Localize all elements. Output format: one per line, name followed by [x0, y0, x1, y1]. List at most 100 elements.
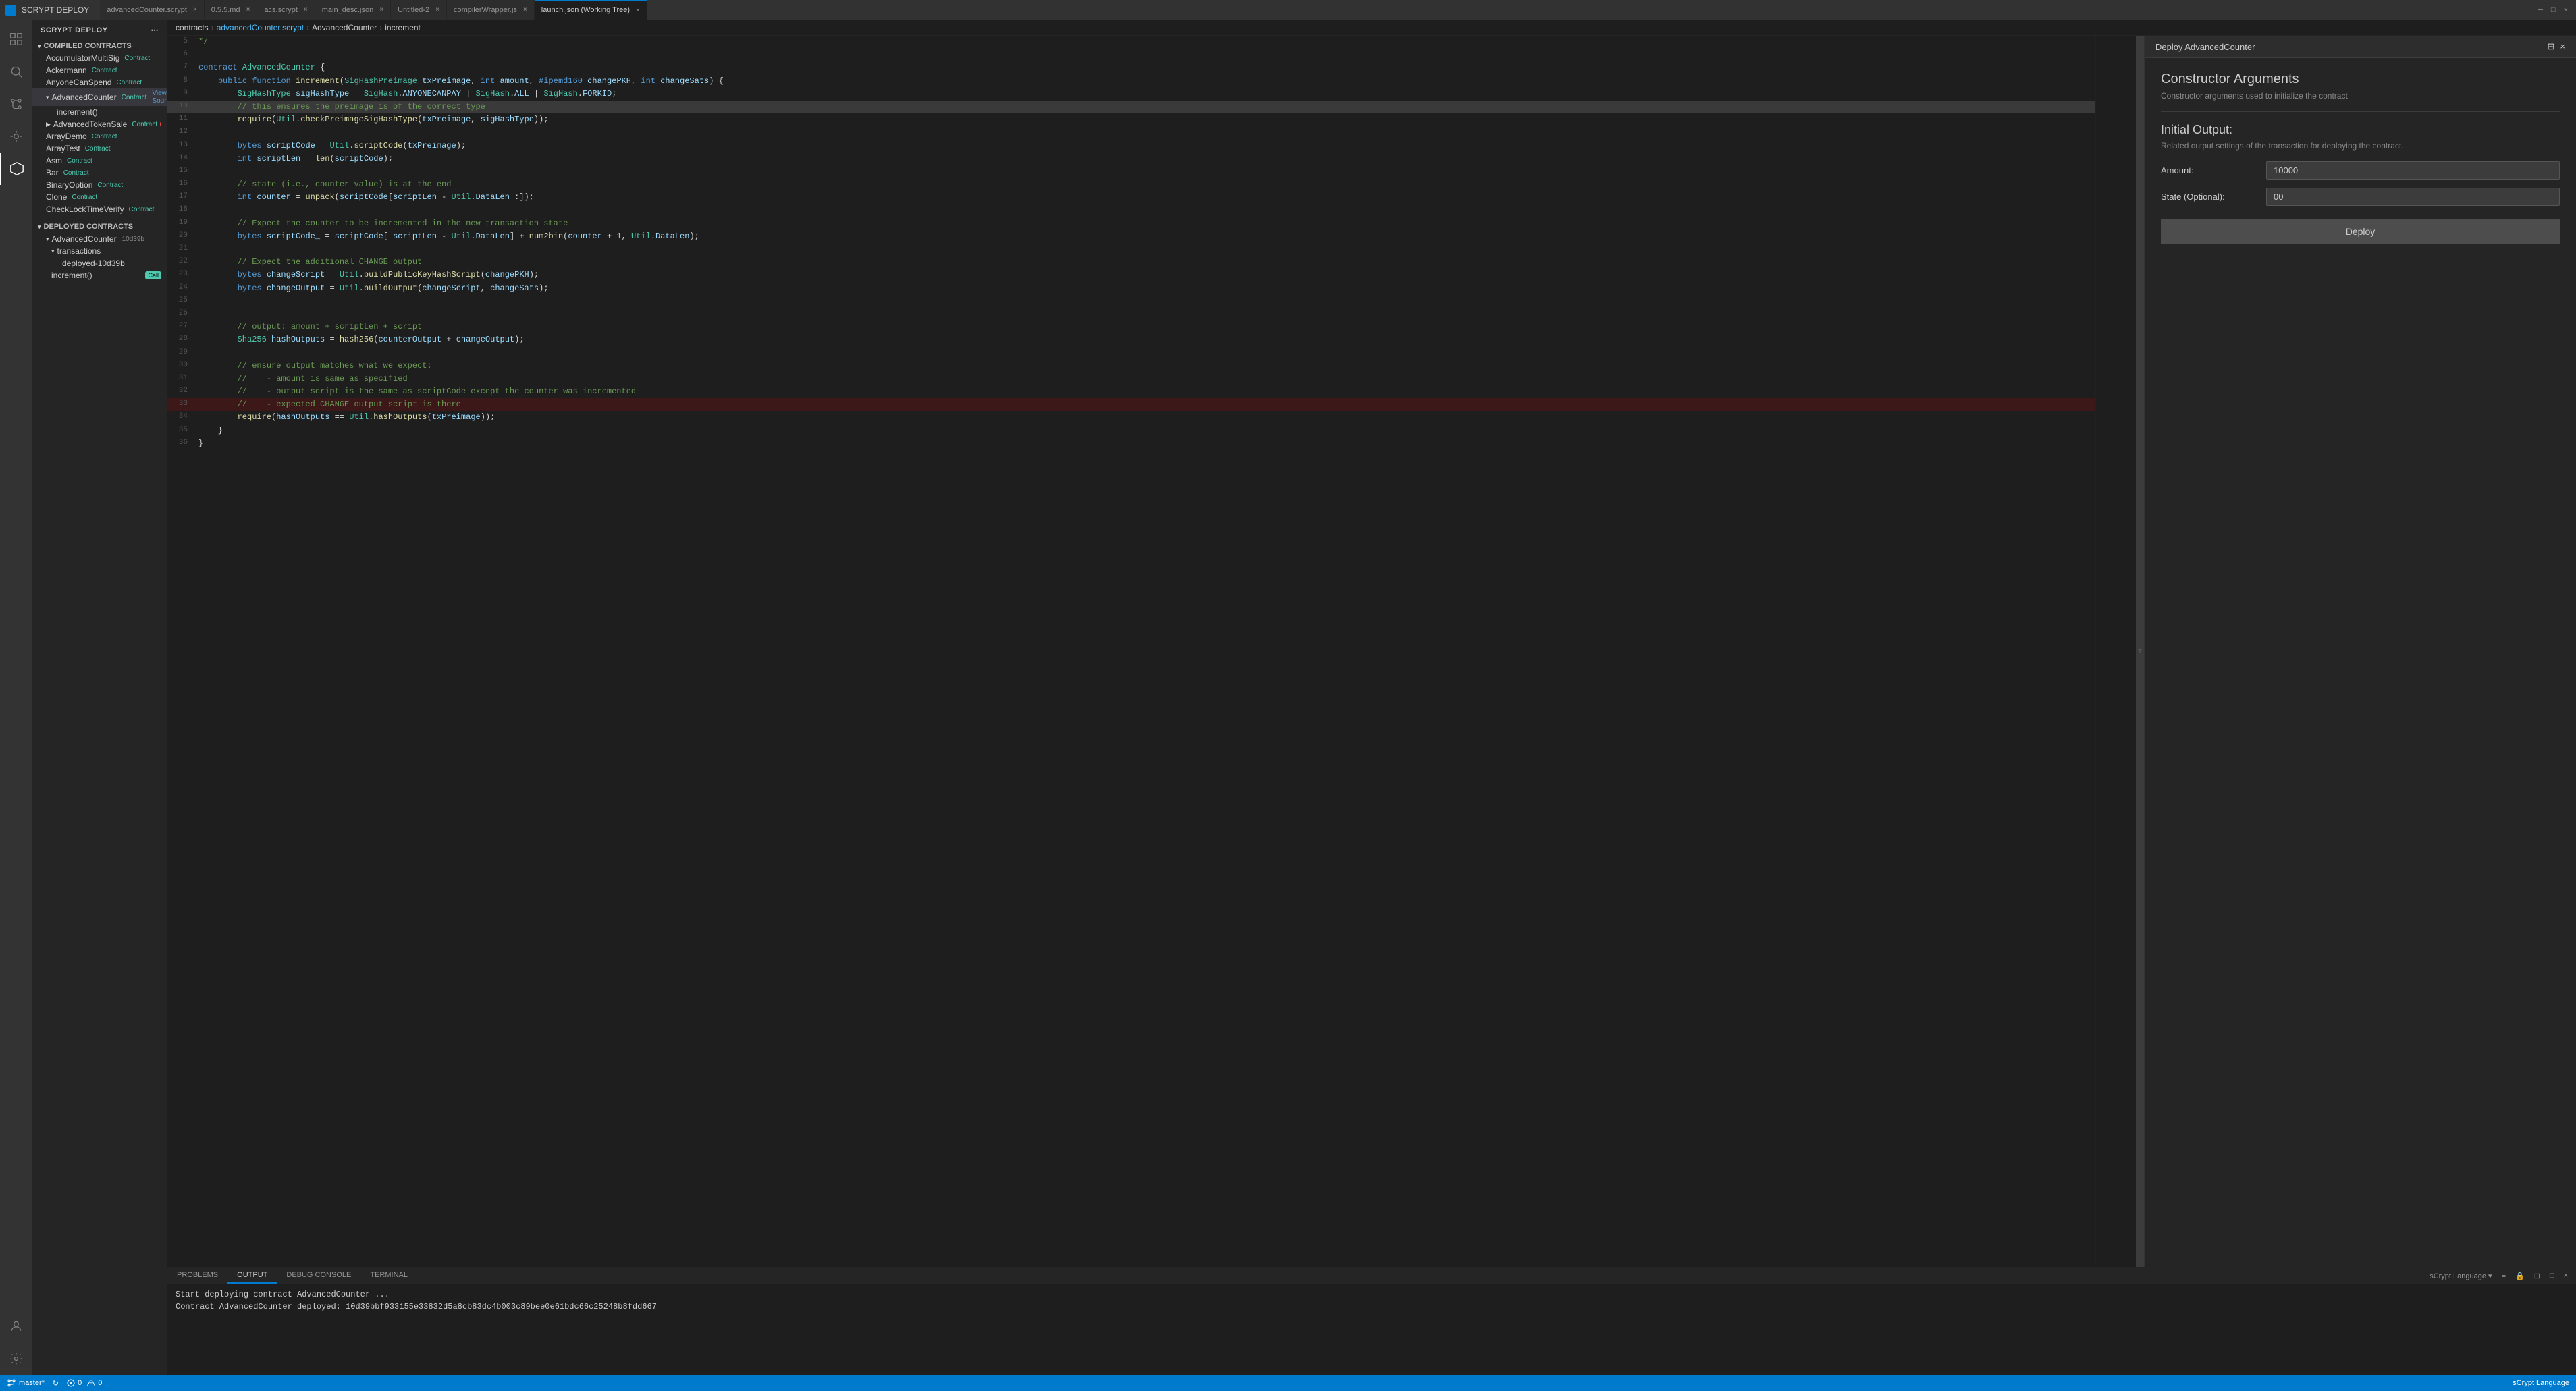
- sidebar-item-asm[interactable]: Asm Contract: [32, 155, 167, 167]
- compiled-contracts-section[interactable]: ▾ COMPILED CONTRACTS: [32, 40, 167, 52]
- state-label: State (Optional):: [2161, 192, 2255, 202]
- tab-output[interactable]: OUTPUT: [227, 1267, 277, 1284]
- activity-search[interactable]: [0, 55, 32, 88]
- status-sync[interactable]: ↻: [53, 1379, 59, 1388]
- activity-scrypt[interactable]: [0, 153, 32, 185]
- sidebar-item-anyonecanspend[interactable]: AnyoneCanSpend Contract: [32, 76, 167, 88]
- state-input[interactable]: [2266, 188, 2560, 206]
- sidebar-item-transactions[interactable]: ▾ transactions: [32, 245, 167, 257]
- output-lock-icon[interactable]: 🔒: [2513, 1270, 2527, 1282]
- initial-output-subtitle: Related output settings of the transacti…: [2161, 141, 2560, 151]
- code-line: 35 }: [167, 425, 2095, 437]
- tab-main-desc-json[interactable]: main_desc.json×: [315, 0, 391, 20]
- code-line: 9 SigHashType sigHashType = SigHash.ANYO…: [167, 88, 2095, 101]
- sidebar-item-ackermann[interactable]: Ackermann Contract: [32, 64, 167, 76]
- title-bar: SCRYPT DEPLOY advancedCounter.scrypt×0.5…: [0, 0, 2576, 20]
- deployed-section-label: DEPLOYED CONTRACTS: [44, 223, 134, 231]
- call-badge[interactable]: Call: [145, 271, 161, 279]
- sidebar-item-accumulator[interactable]: AccumulatorMultiSig Contract: [32, 52, 167, 64]
- activity-explorer[interactable]: [0, 23, 32, 55]
- deploy-button[interactable]: Deploy: [2161, 219, 2560, 244]
- status-errors[interactable]: 0 0: [67, 1379, 102, 1387]
- initial-output-title: Initial Output:: [2161, 123, 2560, 137]
- status-language[interactable]: sCrypt Language: [2513, 1379, 2569, 1387]
- tab-close-icon[interactable]: ×: [379, 6, 383, 13]
- sidebar-item-deployed-advancedcounter[interactable]: ▾ AdvancedCounter 10d39b: [32, 233, 167, 245]
- output-language-selector[interactable]: sCrypt Language ▾: [2427, 1270, 2494, 1282]
- sidebar-item-advancedcounter[interactable]: ▾ AdvancedCounter Contract View Source: [32, 88, 167, 106]
- code-line: 20 bytes scriptCode_ = scriptCode[ scrip…: [167, 230, 2095, 243]
- output-close-icon[interactable]: ×: [2561, 1270, 2571, 1281]
- output-expand-icon[interactable]: □: [2547, 1270, 2557, 1281]
- bottom-tab-actions: sCrypt Language ▾ ≡ 🔒 ⊟ □ ×: [2427, 1267, 2576, 1284]
- tab-compilerwrapper-js[interactable]: compilerWrapper.js×: [447, 0, 535, 20]
- sidebar-item-checklocktime[interactable]: CheckLockTimeVerify Contract: [32, 203, 167, 215]
- code-line: 32 // - output script is the same as scr…: [167, 385, 2095, 398]
- code-line: 18: [167, 204, 2095, 217]
- tab-untitled-2[interactable]: Untitled-2×: [391, 0, 447, 20]
- window-close[interactable]: ×: [2561, 5, 2571, 16]
- sidebar-item-arraydemo[interactable]: ArrayDemo Contract: [32, 130, 167, 142]
- deployed-expand-icon: ▾: [38, 223, 41, 231]
- amount-input[interactable]: [2266, 161, 2560, 180]
- code-line: 24 bytes changeOutput = Util.buildOutput…: [167, 282, 2095, 295]
- code-line: 15: [167, 165, 2095, 178]
- sidebar-item-advancedtokensale[interactable]: ▶ AdvancedTokenSale Contract: [32, 118, 167, 130]
- tab-terminal[interactable]: TERMINAL: [360, 1267, 417, 1284]
- window-minimize[interactable]: ─: [2535, 5, 2546, 16]
- tab-close-icon[interactable]: ×: [523, 6, 527, 13]
- sidebar-item-deployed-increment[interactable]: increment() Call: [32, 269, 167, 281]
- sidebar-item-clone[interactable]: Clone Contract: [32, 191, 167, 203]
- code-line: 36 }: [167, 437, 2095, 450]
- compiled-section-label: COMPILED CONTRACTS: [44, 42, 132, 50]
- code-line: 11 require(Util.checkPreimageSigHashType…: [167, 113, 2095, 126]
- status-branch[interactable]: master*: [7, 1378, 45, 1388]
- tab-close-icon[interactable]: ×: [193, 6, 197, 13]
- code-line: 28 Sha256 hashOutputs = hash256(counterO…: [167, 333, 2095, 346]
- panel-split-icon[interactable]: ⊟: [2548, 41, 2555, 52]
- deployed-contracts-section[interactable]: ▾ DEPLOYED CONTRACTS: [32, 221, 167, 233]
- code-line: 30 // ensure output matches what we expe…: [167, 360, 2095, 373]
- output-collapse-icon[interactable]: ⊟: [2531, 1270, 2543, 1282]
- code-line: 27 // output: amount + scriptLen + scrip…: [167, 321, 2095, 333]
- branch-name: master*: [19, 1379, 45, 1387]
- sidebar-item-arraytest[interactable]: ArrayTest Contract: [32, 142, 167, 155]
- window-maximize[interactable]: □: [2548, 5, 2558, 16]
- deploy-panel-header: Deploy AdvancedCounter ⊟ ×: [2145, 36, 2576, 58]
- code-line: 19 // Expect the counter to be increment…: [167, 217, 2095, 230]
- tab-close-icon[interactable]: ×: [246, 6, 250, 13]
- main-layout: SCRYPT DEPLOY ⋯ ▾ COMPILED CONTRACTS Acc…: [0, 20, 2576, 1375]
- code-editor[interactable]: 5 */ 6 7 contract AdvancedCounter { 8 pu…: [167, 36, 2095, 1267]
- sidebar-item-binaryoption[interactable]: BinaryOption Contract: [32, 179, 167, 191]
- breadcrumb: contracts › advancedCounter.scrypt › Adv…: [167, 20, 2576, 36]
- tab-advancedcounter-scrypt[interactable]: advancedCounter.scrypt×: [100, 0, 204, 20]
- editor-area: contracts › advancedCounter.scrypt › Adv…: [167, 20, 2576, 1375]
- activity-source-control[interactable]: [0, 88, 32, 120]
- activity-settings[interactable]: [0, 1342, 32, 1375]
- panel-close-btn[interactable]: ×: [2560, 41, 2565, 52]
- deploy-divider: [2161, 111, 2560, 112]
- tab-acs-scrypt[interactable]: acs.scrypt×: [257, 0, 315, 20]
- editor-content: 5 */ 6 7 contract AdvancedCounter { 8 pu…: [167, 36, 2576, 1267]
- sidebar-item-deployed-tx[interactable]: deployed-10d39b: [32, 257, 167, 269]
- output-content: Start deploying contract AdvancedCounter…: [167, 1284, 2576, 1375]
- app-title: SCRYPT DEPLOY: [22, 5, 89, 15]
- tab-launch-json--working-tree-[interactable]: launch.json (Working Tree)×: [535, 0, 647, 20]
- deploy-panel: Deploy AdvancedCounter ⊟ × Constructor A…: [2144, 36, 2576, 1267]
- panel-resize-handle[interactable]: T: [2136, 36, 2144, 1267]
- activity-account[interactable]: [0, 1310, 32, 1342]
- tab-close-icon[interactable]: ×: [435, 6, 439, 13]
- code-line: 6: [167, 49, 2095, 61]
- sidebar-item-increment[interactable]: increment(): [32, 106, 167, 118]
- tab-0-5-5-md[interactable]: 0.5.5.md×: [205, 0, 258, 20]
- code-line: 29: [167, 347, 2095, 360]
- tab-debug-console[interactable]: DEBUG CONSOLE: [277, 1267, 360, 1284]
- output-list-icon[interactable]: ≡: [2499, 1270, 2508, 1281]
- tab-close-icon[interactable]: ×: [304, 6, 308, 13]
- tab-problems[interactable]: PROBLEMS: [167, 1267, 227, 1284]
- sidebar-more-btn[interactable]: ⋯: [151, 26, 159, 34]
- sidebar-item-bar[interactable]: Bar Contract: [32, 167, 167, 179]
- activity-debug[interactable]: [0, 120, 32, 153]
- code-line: 14 int scriptLen = len(scriptCode);: [167, 153, 2095, 165]
- tab-close-icon[interactable]: ×: [636, 7, 640, 14]
